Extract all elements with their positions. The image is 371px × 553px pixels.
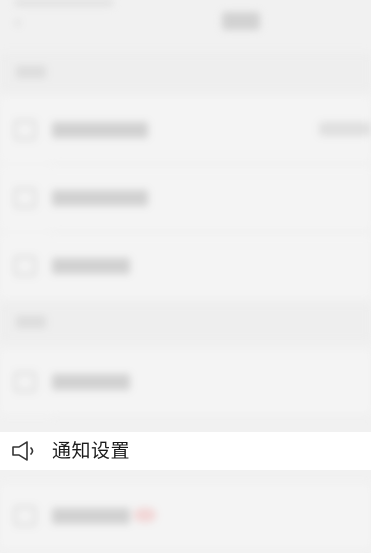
settings-item-icon [14,188,36,208]
settings-item-icon [14,372,36,392]
settings-item-icon [14,256,36,276]
settings-row-label [52,122,148,138]
red-dot-badge [134,508,156,522]
settings-row[interactable] [0,484,371,548]
speaker-icon [12,441,34,461]
settings-row-label [52,374,130,390]
section-header [0,52,371,92]
settings-item-icon [14,120,36,140]
section-header [0,302,371,342]
notification-settings-row[interactable]: 通知设置 [0,432,371,470]
settings-screen: ‹ 通知设置 [0,0,371,553]
settings-row-value [319,122,371,136]
settings-row-label [52,190,148,206]
back-arrow-icon[interactable]: ‹ [14,14,26,32]
notification-settings-label: 通知设置 [52,440,131,462]
page-title [222,12,260,30]
settings-row-label [52,508,130,524]
status-bar [14,0,114,6]
settings-row-label [52,258,130,274]
settings-item-icon [14,506,36,526]
settings-row[interactable] [0,166,371,230]
settings-row[interactable] [0,234,371,298]
blurred-background: ‹ [0,0,371,553]
settings-row[interactable] [0,98,371,162]
settings-row[interactable] [0,350,371,414]
